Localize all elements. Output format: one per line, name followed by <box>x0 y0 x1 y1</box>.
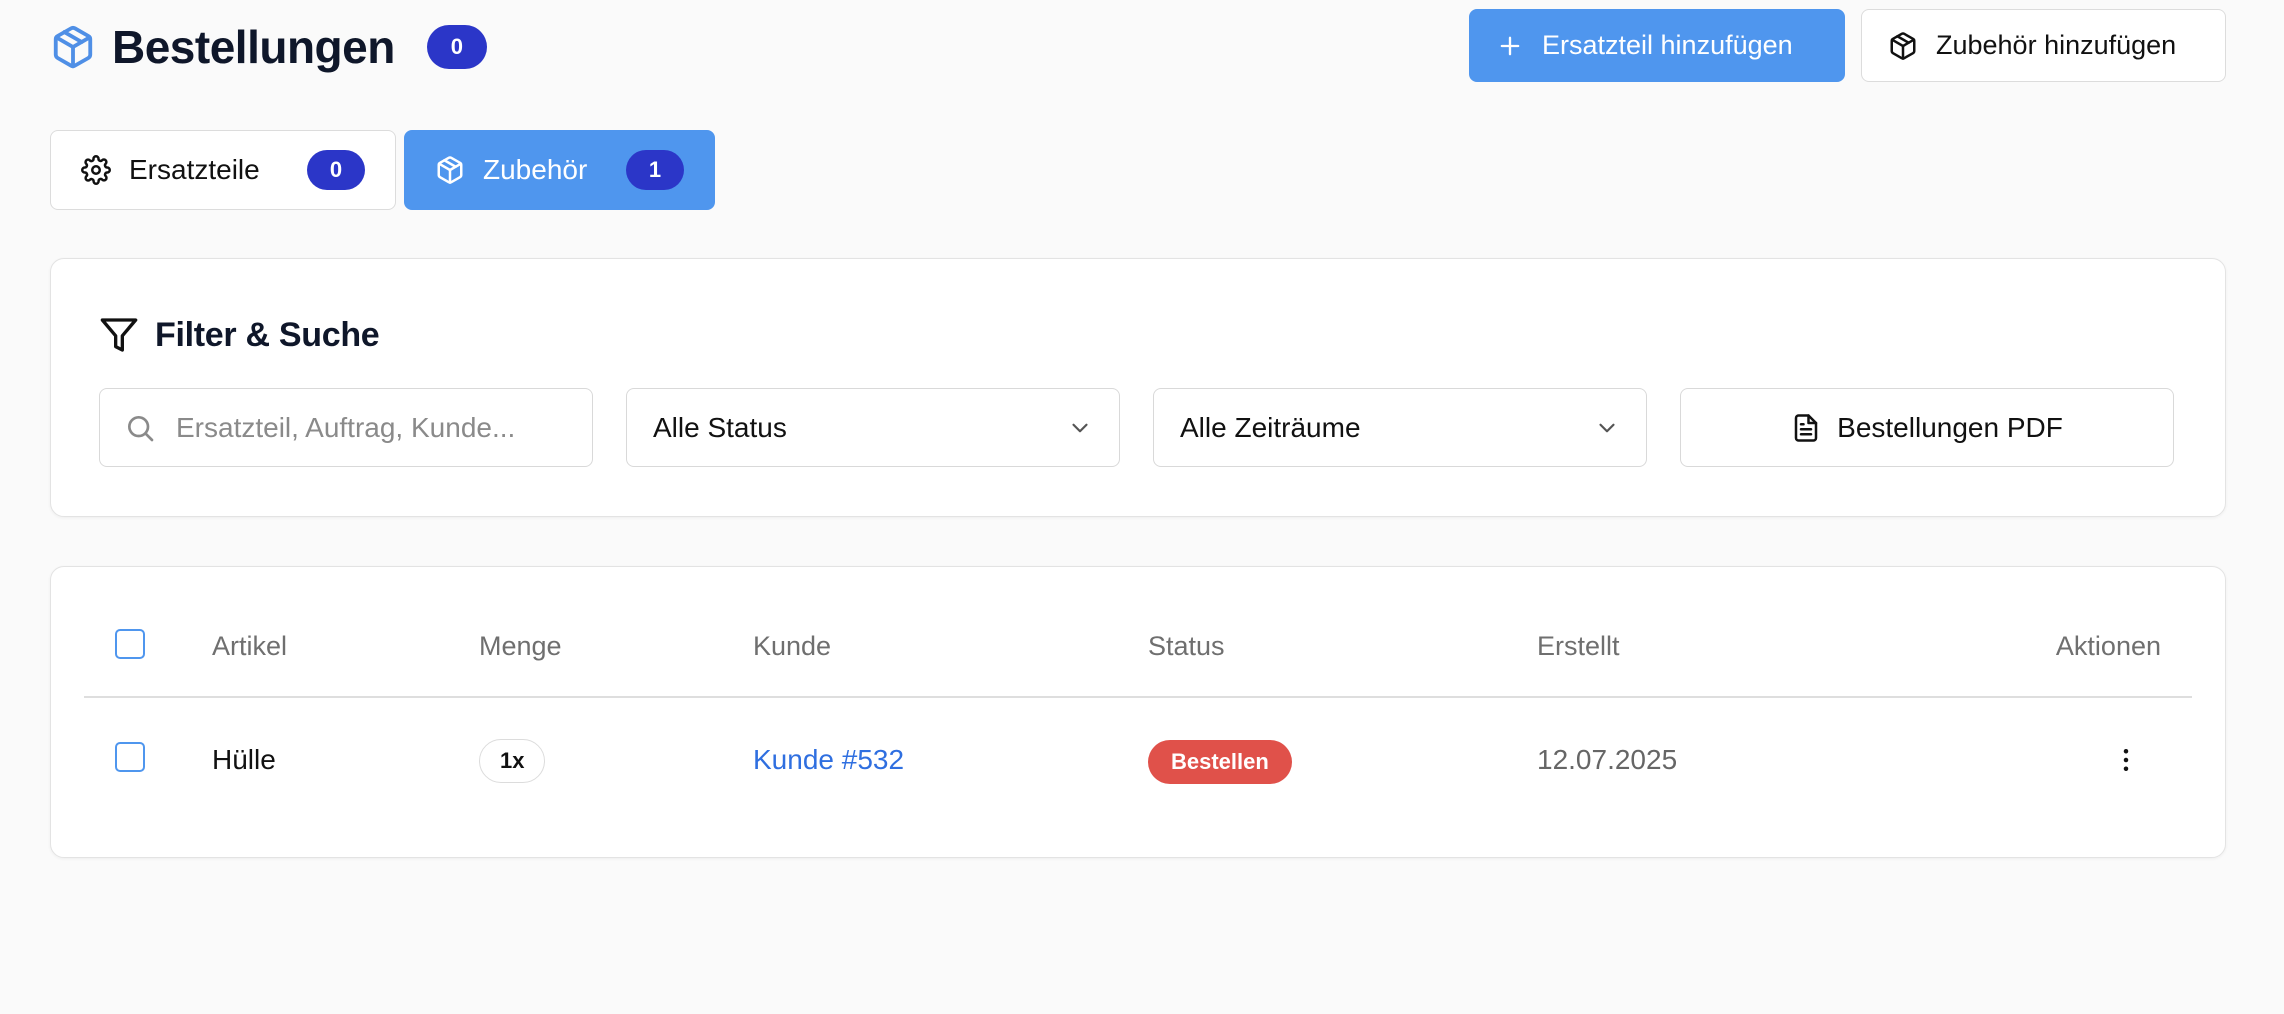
filter-controls: Alle Status Alle Zeiträume Bestellungen … <box>99 388 2174 467</box>
orders-pdf-button[interactable]: Bestellungen PDF <box>1680 388 2174 467</box>
page-title: Bestellungen <box>112 21 395 73</box>
column-actions: Aktionen <box>2055 631 2161 661</box>
row-created-date: 12.07.2025 <box>1537 744 1678 775</box>
search-field[interactable] <box>99 388 593 467</box>
search-icon <box>127 415 154 441</box>
column-customer[interactable]: Kunde <box>753 631 831 662</box>
select-all-checkbox[interactable] <box>115 629 145 659</box>
package-icon <box>437 156 463 184</box>
row-quantity-pill: 1x <box>479 739 546 783</box>
orders-table: Artikel Menge Kunde Status Erstellt Akti… <box>50 566 2226 858</box>
plus-icon <box>1500 36 1520 55</box>
add-accessory-label: Zubehör hinzufügen <box>1936 30 2177 60</box>
tab-accessories[interactable]: Zubehör 1 <box>404 130 715 210</box>
table-header: Artikel Menge Kunde Status Erstellt Akti… <box>51 567 2225 697</box>
tab-accessories-count: 1 <box>626 150 684 190</box>
filter-heading: Filter & Suche <box>99 315 380 355</box>
orders-pdf-label: Bestellungen PDF <box>1837 411 2063 443</box>
search-input[interactable] <box>176 411 556 444</box>
filter-icon <box>100 318 138 352</box>
column-created[interactable]: Erstellt <box>1537 631 1620 662</box>
package-icon <box>1890 31 1916 60</box>
more-vertical-icon <box>2123 749 2129 771</box>
tab-spare-parts-count: 0 <box>307 150 365 190</box>
tab-spare-parts-label: Ersatzteile <box>129 154 260 185</box>
chevron-down-icon <box>1072 423 1088 432</box>
status-badge: Bestellen <box>1148 740 1292 784</box>
file-text-icon <box>1794 413 1818 442</box>
package-icon <box>53 25 93 69</box>
status-select[interactable]: Alle Status <box>626 388 1120 467</box>
header-divider <box>84 696 2192 698</box>
filter-card: Filter & Suche Alle Status Alle Zeiträum… <box>50 258 2226 517</box>
row-checkbox[interactable] <box>115 742 145 772</box>
gear-icon <box>81 155 111 185</box>
add-part-label: Ersatzteil hinzufügen <box>1542 30 1793 60</box>
period-select[interactable]: Alle Zeiträume <box>1153 388 1647 467</box>
chevron-down-icon <box>1599 423 1615 432</box>
add-part-button[interactable]: Ersatzteil hinzufügen <box>1469 9 1845 82</box>
tab-accessories-label: Zubehör <box>483 154 588 185</box>
page: Bestellungen 0 Ersatzteil hinzufügen Zub… <box>0 0 2284 1014</box>
page-header: Bestellungen 0 <box>50 18 487 76</box>
column-quantity[interactable]: Menge <box>479 631 562 662</box>
filter-title: Filter & Suche <box>155 315 380 354</box>
row-actions-button[interactable] <box>2109 743 2143 777</box>
orders-count-badge: 0 <box>426 25 487 69</box>
row-article: Hülle <box>212 744 276 775</box>
tab-bar: Ersatzteile 0 Zubehör 1 <box>50 130 715 210</box>
period-select-value: Alle Zeiträume <box>1180 411 1361 443</box>
add-accessory-button[interactable]: Zubehör hinzufügen <box>1861 9 2226 82</box>
tab-spare-parts[interactable]: Ersatzteile 0 <box>50 130 396 210</box>
header-actions: Ersatzteil hinzufügen Zubehör hinzufügen <box>1469 9 2226 82</box>
status-select-value: Alle Status <box>653 411 787 443</box>
column-status[interactable]: Status <box>1148 631 1225 662</box>
row-customer-link[interactable]: Kunde #532 <box>753 744 904 776</box>
column-article[interactable]: Artikel <box>212 631 287 662</box>
